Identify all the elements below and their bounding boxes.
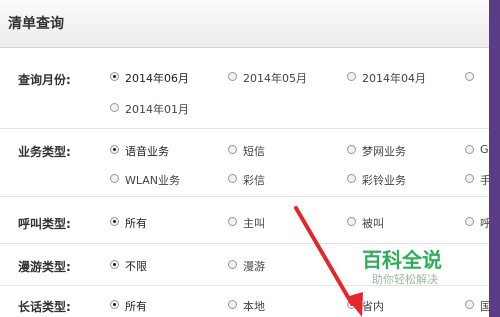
query-panel: 清单查询 查询月份: 2014年06月 2014年05月 2014年04月 20… bbox=[0, 0, 489, 317]
annotation-arrow-icon bbox=[294, 206, 363, 317]
